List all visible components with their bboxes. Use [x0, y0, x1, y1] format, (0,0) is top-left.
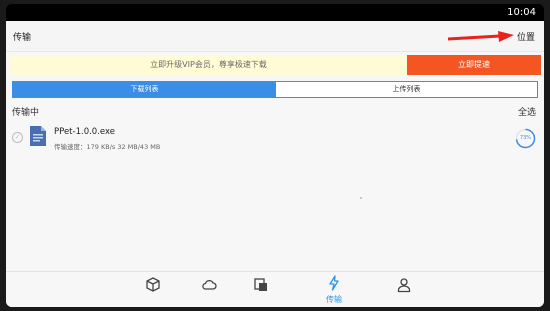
cloud-icon — [202, 279, 217, 290]
status-time: 10:04 — [507, 7, 536, 18]
app-bar: 传输 位置 — [6, 21, 544, 52]
select-all-button[interactable]: 全选 — [518, 105, 536, 118]
bottom-nav: 传输 — [6, 271, 544, 307]
tab-download-list[interactable]: 下载列表 — [13, 82, 276, 97]
nav-label-transfer: 传输 — [326, 295, 342, 304]
section-title: 传输中 — [12, 108, 40, 118]
nav-item-cloud[interactable] — [194, 275, 224, 305]
vip-banner: 立即升级VIP会员，尊享极速下载 立即提速 — [10, 55, 541, 75]
file-name: PPet-1.0.0.exe — [54, 127, 115, 137]
tab-upload-list[interactable]: 上传列表 — [276, 82, 537, 97]
lightning-icon — [329, 275, 339, 291]
files-icon — [254, 278, 267, 291]
app-screen: 传输 位置 立即升级VIP会员，尊享极速下载 立即提速 下载列表 上传列表 传输… — [6, 21, 544, 307]
person-icon — [397, 278, 411, 293]
location-button[interactable]: 位置 — [517, 30, 535, 43]
speed-up-button[interactable]: 立即提速 — [407, 55, 541, 75]
nav-item-transfer[interactable]: 传输 — [319, 275, 349, 305]
vip-promo-text: 立即升级VIP会员，尊享极速下载 — [10, 55, 407, 75]
page-title: 传输 — [13, 33, 32, 43]
box-icon — [146, 277, 160, 292]
transfer-tabs: 下载列表 上传列表 — [12, 81, 538, 98]
status-bar: 10:04 — [6, 4, 544, 21]
progress-percent: 73% — [519, 135, 532, 141]
list-item[interactable]: ✓ PPet-1.0.0.exe 传输速度：179 KB/s 32 MB/43 … — [6, 123, 544, 157]
stray-dot — [360, 197, 362, 199]
device-frame: 10:04 传输 位置 立即升级VIP会员，尊享极速下载 立即提速 下载列表 上… — [6, 4, 544, 307]
nav-item-files[interactable] — [246, 275, 276, 305]
file-icon — [30, 126, 46, 146]
transfer-status: 传输速度：179 KB/s 32 MB/43 MB — [54, 143, 161, 151]
nav-item-box[interactable] — [138, 275, 168, 305]
nav-item-profile[interactable] — [389, 275, 419, 305]
checkmark-icon[interactable]: ✓ — [12, 132, 23, 143]
red-arrow-annotation — [448, 31, 514, 42]
